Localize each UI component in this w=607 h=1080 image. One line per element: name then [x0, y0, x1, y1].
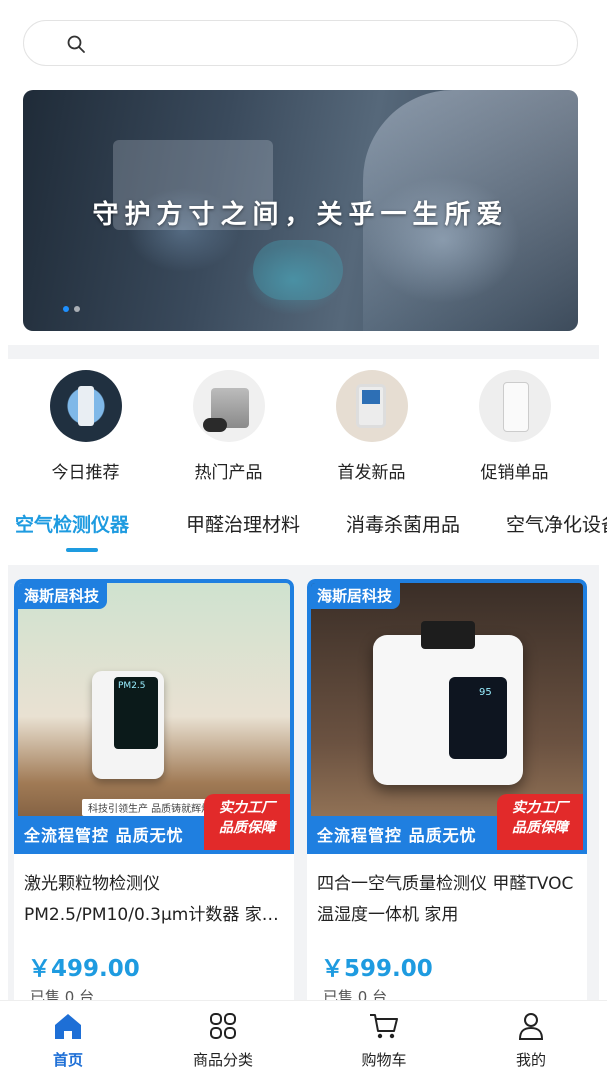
brand-tag: 海斯居科技 — [18, 583, 108, 609]
promo-subline: 科技引领生产 品质铸就辉煌 — [82, 799, 218, 816]
product-sold: 已售 0 台 — [30, 988, 95, 1000]
brand-tag: 海斯居科技 — [311, 583, 401, 609]
tab-air-detector[interactable]: 空气检测仪器 — [15, 510, 129, 537]
product-sold: 已售 0 台 — [323, 988, 388, 1000]
banner-glove — [253, 240, 343, 300]
tabbar-label: 商品分类 — [192, 1051, 253, 1069]
category-icon — [210, 1013, 236, 1039]
product-image: 海斯居科技 PM2.5 科技引领生产 品质铸就辉煌 全流程管控 品质无忧 实力工… — [14, 579, 294, 854]
recommend-image — [49, 370, 122, 442]
tab-disinfection[interactable]: 消毒杀菌用品 — [346, 510, 460, 537]
banner-dot-2[interactable] — [74, 306, 80, 312]
banner-pagination — [63, 306, 80, 312]
tab-active-indicator — [66, 548, 98, 552]
banner-slogan: 守护方寸之间，关乎一生所爱 — [92, 200, 509, 230]
category-promo-products[interactable]: 促销单品 — [443, 370, 586, 485]
badge-line-1: 实力工厂 — [219, 800, 275, 816]
device-screen: 95 — [449, 677, 507, 759]
badge-line-1: 实力工厂 — [512, 800, 568, 816]
tabbar-label: 我的 — [515, 1051, 546, 1069]
home-icon — [55, 1014, 81, 1039]
banner-carousel[interactable]: 守护方寸之间，关乎一生所爱 — [23, 90, 578, 331]
product-card[interactable]: 海斯居科技 95 全流程管控 品质无忧 实力工厂 品质保障 四合一空气质量检测仪… — [307, 579, 587, 1000]
device-screen-value: 95 — [479, 687, 492, 698]
search-input[interactable] — [96, 33, 556, 53]
product-title: 激光颗粒物检测仪 PM2.5/PM10/0.3μm计数器 家用高精度 — [24, 874, 279, 925]
product-price: ￥499.00 — [28, 956, 140, 982]
new-products-image — [335, 370, 408, 442]
badge-line-2: 品质保障 — [512, 820, 568, 836]
category-nav: 今日推荐 热门产品 首发新品 促销单品 — [0, 370, 607, 485]
factory-badge: 实力工厂 品质保障 — [497, 794, 583, 850]
device-screen: PM2.5 — [114, 677, 158, 749]
promo-products-image — [478, 370, 551, 442]
banner-dot-1[interactable] — [63, 306, 69, 312]
category-label: 热门产品 — [194, 463, 263, 483]
search-icon — [67, 35, 85, 53]
tab-formaldehyde[interactable]: 甲醛治理材料 — [186, 510, 300, 537]
product-grid: 海斯居科技 PM2.5 科技引领生产 品质铸就辉煌 全流程管控 品质无忧 实力工… — [8, 565, 599, 1000]
tab-air-purifier[interactable]: 空气净化设备 — [506, 510, 607, 537]
tabbar-label: 首页 — [52, 1051, 83, 1069]
badge-line-2: 品质保障 — [219, 820, 275, 836]
tabbar-category[interactable]: 商品分类 — [173, 1009, 273, 1070]
cart-icon — [370, 1014, 398, 1039]
category-label: 今日推荐 — [51, 463, 120, 483]
hot-products-image — [192, 370, 265, 442]
category-new-products[interactable]: 首发新品 — [300, 370, 443, 485]
category-today-recommend[interactable]: 今日推荐 — [14, 370, 157, 485]
device-illustration: PM2.5 — [92, 671, 164, 779]
promo-text: 全流程管控 品质无忧 — [24, 826, 184, 845]
tabbar-home[interactable]: 首页 — [18, 1009, 118, 1070]
category-hot-products[interactable]: 热门产品 — [157, 370, 300, 485]
section-divider — [8, 345, 599, 359]
product-image: 海斯居科技 95 全流程管控 品质无忧 实力工厂 品质保障 — [307, 579, 587, 854]
search-bar[interactable] — [23, 20, 578, 66]
product-price: ￥599.00 — [321, 956, 433, 982]
product-tabs: 空气检测仪器 甲醛治理材料 消毒杀菌用品 空气净化设备 — [0, 505, 607, 555]
product-card[interactable]: 海斯居科技 PM2.5 科技引领生产 品质铸就辉煌 全流程管控 品质无忧 实力工… — [14, 579, 294, 1000]
device-illustration: 95 — [373, 621, 523, 785]
category-label: 首发新品 — [337, 463, 406, 483]
tabbar-cart[interactable]: 购物车 — [334, 1009, 434, 1070]
tabbar-mine[interactable]: 我的 — [481, 1009, 581, 1070]
tabbar-label: 购物车 — [361, 1051, 407, 1069]
product-title: 四合一空气质量检测仪 甲醛TVOC温湿度一体机 家用 — [317, 874, 574, 925]
user-icon — [518, 1013, 544, 1040]
bottom-tabbar: 首页 商品分类 购物车 我的 — [0, 1000, 607, 1080]
category-label: 促销单品 — [480, 463, 549, 483]
home-page: 守护方寸之间，关乎一生所爱 今日推荐 热门产品 首发新品 促销单品 空气检测仪器… — [0, 0, 607, 1080]
promo-text: 全流程管控 品质无忧 — [317, 826, 477, 845]
factory-badge: 实力工厂 品质保障 — [204, 794, 290, 850]
promo-banner: 全流程管控 品质无忧 实力工厂 品质保障 — [18, 794, 290, 850]
promo-banner: 全流程管控 品质无忧 实力工厂 品质保障 — [311, 794, 583, 850]
